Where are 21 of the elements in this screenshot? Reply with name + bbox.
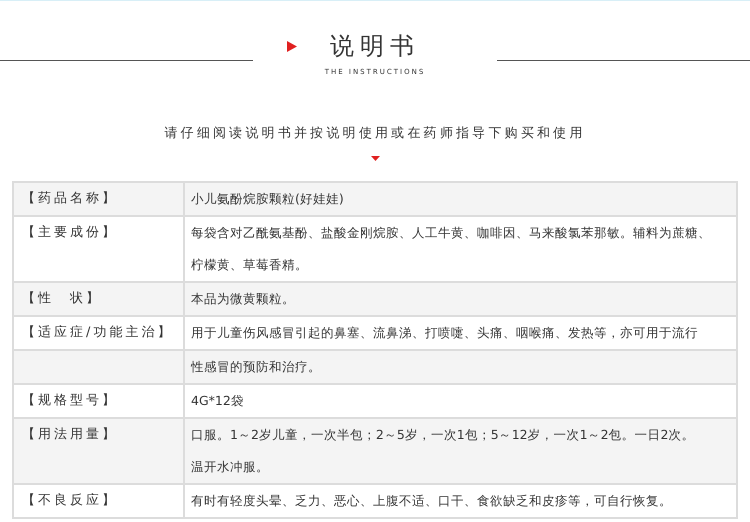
notice-text: 请仔细阅读说明书并按说明使用或在药师指导下购买和使用 (164, 125, 586, 143)
row-text: 性感冒的预防和治疗。 (191, 358, 322, 376)
row-label: 【用法用量】 (22, 426, 119, 444)
row-text: 温开水冲服。 (191, 458, 270, 476)
row-text: 小儿氨酚烷胺颗粒(好娃娃) (191, 190, 345, 208)
row-label: 【不良反应】 (22, 492, 119, 510)
triangle-icon (287, 40, 297, 52)
row-text: 用于儿童伤风感冒引起的鼻塞、流鼻涕、打喷嚏、头痛、咽喉痛、发热等，亦可用于流行 (191, 324, 699, 342)
row-label: 【适应症/功能主治】 (22, 324, 174, 342)
row-label: 【规格型号】 (22, 392, 119, 410)
row-label: 【性 状】 (22, 290, 103, 308)
row-text: 口服。1～2岁儿童，一次半包；2～5岁，一次1包；5～12岁，一次1～2包。一日2次。 (191, 426, 696, 444)
caret-icon (370, 156, 380, 160)
row-label: 【药品名称】 (22, 190, 119, 208)
row-text: 有时有轻度头晕、乏力、恶心、上腹不适、口干、食欲缺乏和皮疹等，可自行恢复。 (191, 492, 673, 510)
row-text: 4G*12袋 (191, 392, 245, 410)
row-text: 每袋含对乙酰氨基酚、盐酸金刚烷胺、人工牛黄、咖啡因、马来酸氯苯那敏。辅料为蔗糖、 (191, 224, 712, 242)
row-text: 柠檬黄、草莓香精。 (191, 256, 309, 274)
row-label: 【主要成份】 (22, 224, 119, 242)
row-text: 本品为微黄颗粒。 (191, 290, 296, 308)
page-title: 说明书 (330, 31, 420, 62)
